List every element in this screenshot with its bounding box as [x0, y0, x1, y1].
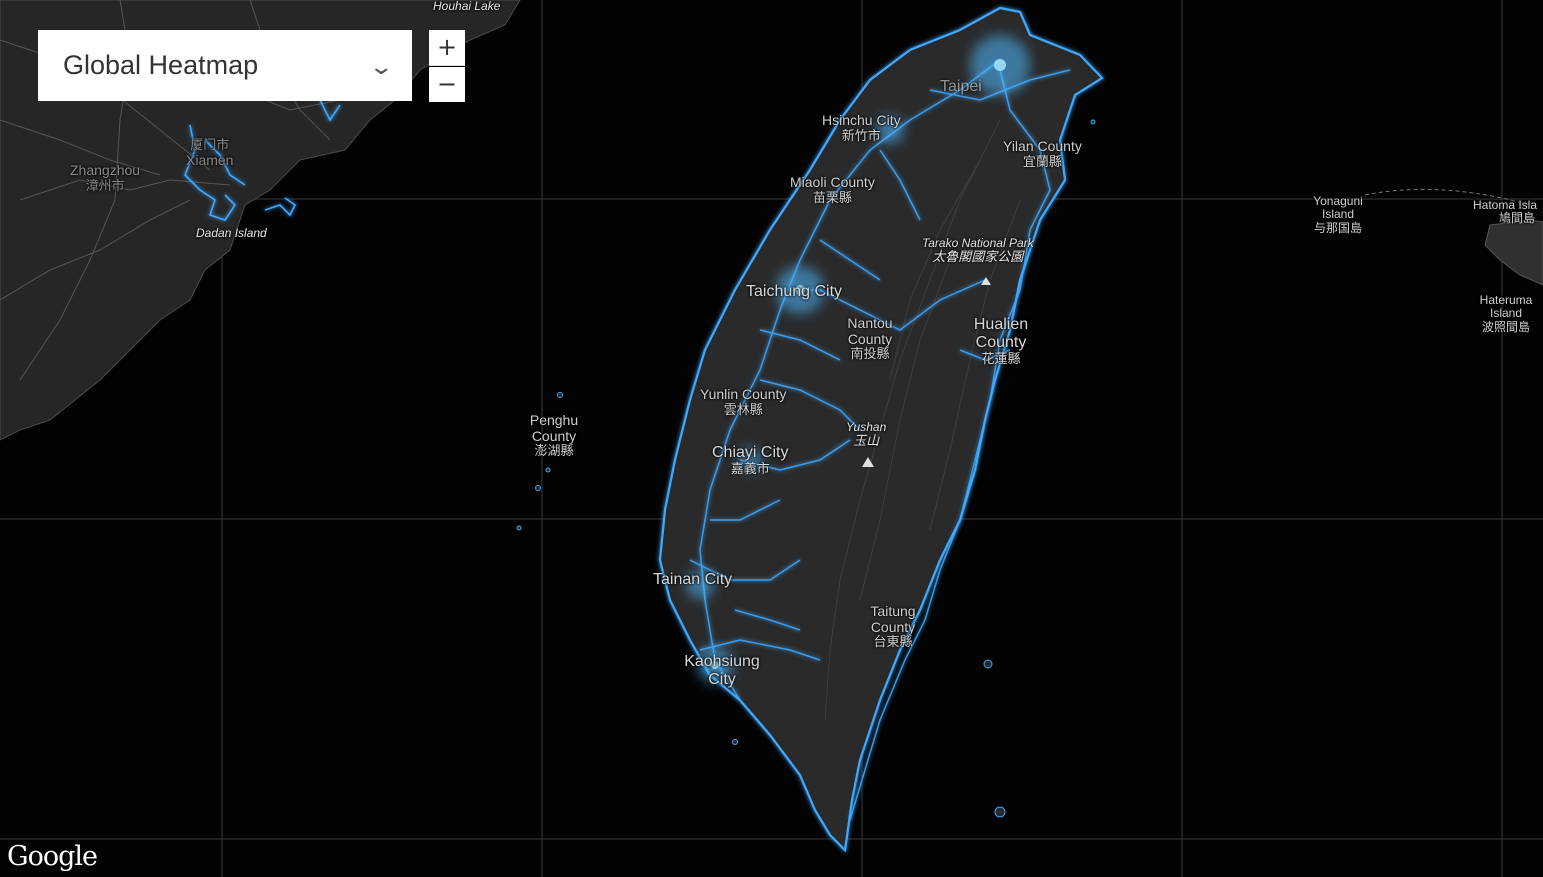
label-taitung-en: Taitung County — [870, 603, 916, 635]
label-miaoli: Miaoli County 苗栗縣 — [790, 174, 875, 205]
label-hualien: Hualien County 花蓮縣 — [970, 316, 1032, 366]
label-zhangzhou-zh: 漳州市 — [85, 177, 125, 193]
label-yunlin-zh: 雲林縣 — [723, 401, 763, 417]
label-penghu: Penghu County 澎湖縣 — [527, 412, 581, 459]
label-houhai-lake: Houhai Lake — [433, 0, 501, 13]
label-hateruma-zh: 波照間島 — [1481, 319, 1530, 334]
label-chiayi-en: Chiayi City — [712, 444, 789, 461]
label-yushan-en: Yushan — [846, 420, 887, 434]
label-hateruma: Hateruma Island 波照間島 — [1474, 293, 1538, 334]
chevron-down-icon[interactable]: ⌄ — [368, 54, 394, 80]
label-yushan-zh: 玉山 — [853, 433, 880, 449]
label-yilan: Yilan County 宜蘭縣 — [1003, 138, 1082, 169]
label-chiayi: Chiayi City 嘉義市 — [712, 444, 788, 476]
label-xiamen-zh: 厦门市 — [190, 137, 230, 152]
label-hsinchu-en: Hsinchu City — [822, 112, 901, 128]
label-kaohsiung: Kaohsiung City — [684, 653, 760, 688]
google-logo[interactable]: Google — [7, 841, 98, 872]
label-hualien-zh: 花蓮縣 — [981, 350, 1021, 366]
label-zhangzhou: Zhangzhou 漳州市 — [70, 162, 141, 193]
label-yonaguni-zh: 与那国島 — [1313, 220, 1362, 235]
yaeyama-islands — [1484, 219, 1543, 286]
label-hsinchu-zh: 新竹市 — [841, 127, 881, 143]
label-taroko-en: Tarako National Park — [922, 236, 1034, 250]
zoom-in-button[interactable]: + — [429, 30, 465, 66]
label-xiamen-en: Xiamen — [186, 151, 234, 168]
label-yunlin: Yunlin County 雲林縣 — [700, 386, 787, 417]
label-yilan-en: Yilan County — [1003, 138, 1082, 154]
label-hatoma-en: Hatoma Isla — [1473, 198, 1538, 212]
label-nantou-en: Nantou County — [847, 315, 893, 347]
label-dadan-island: Dadan Island — [196, 226, 267, 240]
label-taitung: Taitung County 台東縣 — [866, 603, 920, 650]
label-nantou: Nantou County 南投縣 — [845, 315, 895, 362]
label-hateruma-en: Hateruma Island — [1479, 293, 1533, 321]
label-miaoli-en: Miaoli County — [790, 174, 875, 190]
label-hsinchu: Hsinchu City 新竹市 — [822, 112, 901, 143]
label-nantou-zh: 南投縣 — [850, 346, 890, 362]
label-taitung-zh: 台東縣 — [873, 634, 913, 650]
label-yilan-zh: 宜蘭縣 — [1022, 153, 1062, 169]
label-yunlin-en: Yunlin County — [700, 386, 787, 402]
label-taroko-zh: 太魯閣國家公園 — [932, 249, 1024, 265]
label-penghu-en: Penghu County — [529, 412, 579, 444]
label-chiayi-zh: 嘉義市 — [730, 460, 770, 476]
label-taichung: Taichung City — [746, 283, 843, 300]
label-hatoma-zh: 鳩間島 — [1499, 211, 1536, 226]
label-taipei: Taipei — [940, 78, 982, 95]
label-tainan: Tainan City — [653, 571, 733, 588]
label-hatoma: Hatoma Isla 鳩間島 — [1473, 198, 1538, 226]
label-penghu-zh: 澎湖縣 — [534, 443, 574, 459]
heatmap-layer-select-value: Global Heatmap — [63, 50, 259, 80]
label-xiamen: 厦门市 Xiamen — [186, 137, 234, 168]
label-taroko: Tarako National Park 太魯閣國家公園 — [922, 236, 1034, 265]
label-hualien-en: Hualien County — [973, 316, 1029, 351]
heatmap-map[interactable] — [0, 0, 1543, 877]
label-miaoli-zh: 苗栗縣 — [812, 189, 852, 205]
label-yonaguni-en: Yonaguni Island — [1313, 194, 1363, 222]
label-yushan: Yushan 玉山 — [846, 420, 887, 449]
heatmap-layer-select[interactable]: Global Heatmap ⌄ — [38, 30, 412, 101]
label-yonaguni: Yonaguni Island 与那国島 — [1308, 194, 1368, 235]
zoom-out-button[interactable]: − — [429, 67, 465, 102]
label-zhangzhou-en: Zhangzhou — [70, 162, 141, 178]
